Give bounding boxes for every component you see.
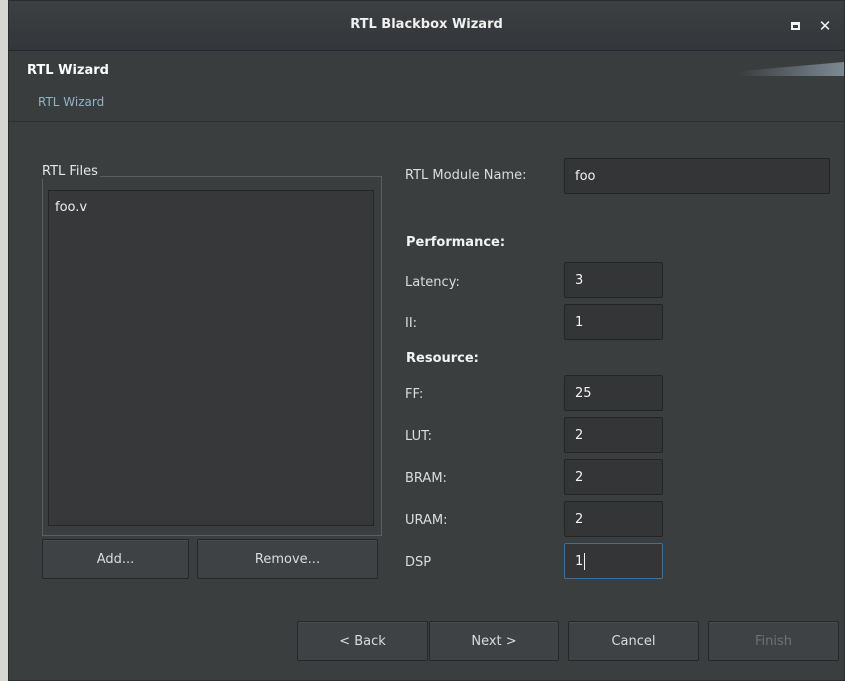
title-bar[interactable]: RTL Blackbox Wizard ✕: [9, 1, 844, 51]
wizard-header: RTL Wizard RTL Wizard: [9, 52, 844, 122]
remove-button[interactable]: Remove...: [197, 539, 378, 579]
close-icon: ✕: [818, 17, 832, 35]
performance-heading: Performance:: [406, 235, 506, 250]
page-title: RTL Wizard: [27, 63, 109, 78]
bram-label: BRAM:: [405, 471, 447, 486]
wizard-window: RTL Blackbox Wizard ✕ RTL Wizard RTL Wiz…: [8, 0, 845, 681]
maximize-icon: [790, 22, 800, 30]
dsp-label: DSP: [405, 555, 432, 570]
ff-label: FF:: [405, 387, 424, 402]
uram-field[interactable]: 2: [564, 501, 663, 537]
latency-label: Latency:: [405, 275, 460, 290]
close-button[interactable]: ✕: [814, 15, 836, 37]
list-item[interactable]: foo.v: [55, 200, 87, 215]
bram-field[interactable]: 2: [564, 459, 663, 495]
finish-button: Finish: [708, 621, 839, 661]
ff-field[interactable]: 25: [564, 375, 663, 411]
back-button[interactable]: < Back: [297, 621, 428, 661]
dsp-field[interactable]: 1: [564, 543, 663, 579]
lut-field[interactable]: 2: [564, 417, 663, 453]
dsp-field-value: 1: [575, 553, 584, 569]
uram-label: URAM:: [405, 513, 448, 528]
next-button[interactable]: Next >: [429, 621, 559, 661]
text-caret: [584, 552, 586, 570]
resource-heading: Resource:: [406, 351, 479, 366]
latency-field[interactable]: 3: [564, 262, 663, 298]
cancel-button[interactable]: Cancel: [568, 621, 699, 661]
module-name-field[interactable]: foo: [564, 158, 830, 194]
module-name-label: RTL Module Name:: [405, 168, 527, 183]
ii-label: II:: [405, 316, 418, 331]
window-title: RTL Blackbox Wizard: [350, 17, 503, 32]
lut-label: LUT:: [405, 429, 433, 444]
add-button[interactable]: Add...: [42, 539, 189, 579]
rtl-files-list[interactable]: foo.v: [48, 190, 374, 526]
rtl-files-label: RTL Files: [40, 164, 100, 179]
maximize-button[interactable]: [784, 15, 806, 37]
header-banner-graphic: [684, 62, 844, 76]
ii-field[interactable]: 1: [564, 304, 663, 340]
page-subtitle: RTL Wizard: [38, 95, 105, 109]
